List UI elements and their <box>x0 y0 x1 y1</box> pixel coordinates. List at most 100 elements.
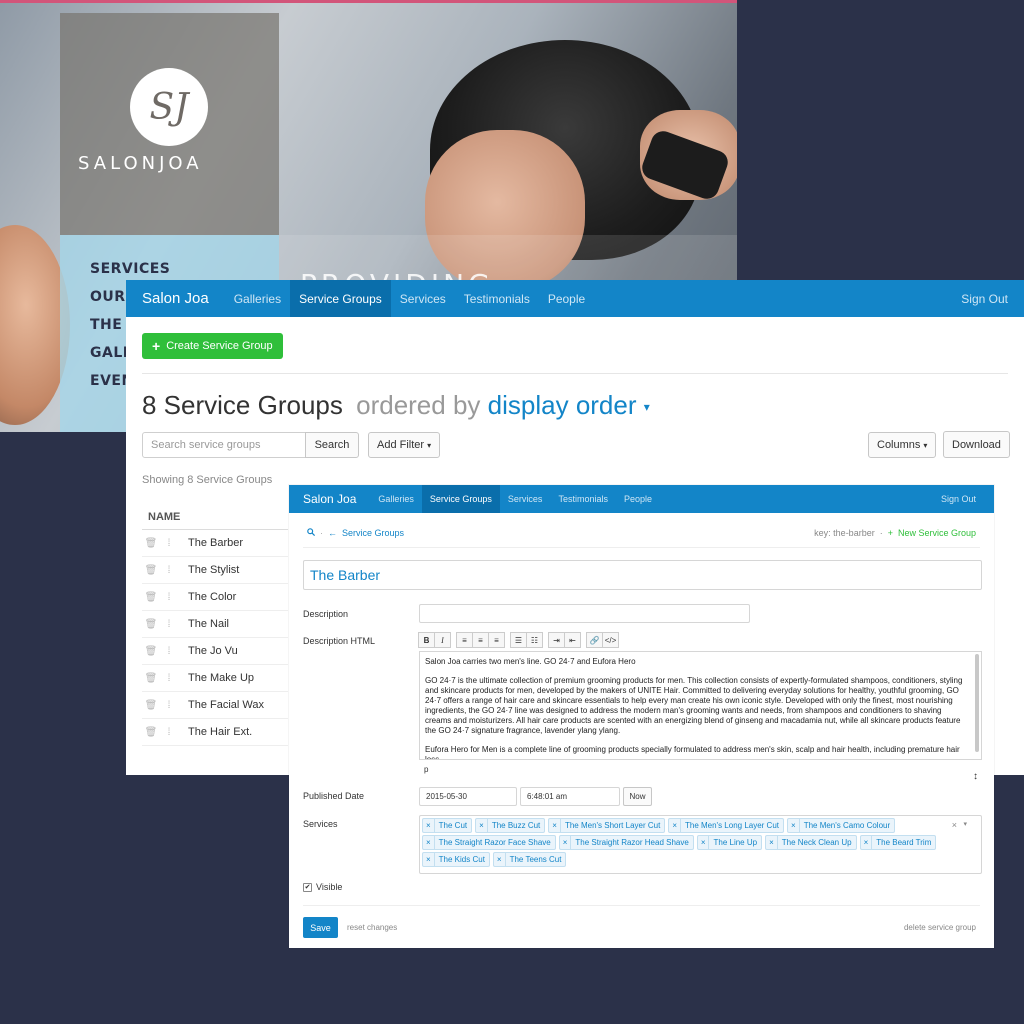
drag-handle-icon[interactable]: ⁞ <box>160 700 178 711</box>
resize-handle-icon[interactable]: ↕ <box>973 771 978 782</box>
chevron-down-icon[interactable]: ▾ <box>963 820 967 828</box>
trash-icon[interactable]: 🗑 <box>142 565 160 576</box>
drag-handle-icon[interactable]: ⁞ <box>160 592 178 603</box>
align-right-icon[interactable]: ≡ <box>488 632 505 648</box>
services-multiselect[interactable]: × The Cut × The Buzz Cut × The Men's Short … <box>419 815 982 874</box>
nav-people[interactable]: People <box>616 485 660 513</box>
reset-changes-link[interactable]: reset changes <box>347 923 397 932</box>
row-name-link[interactable]: The Nail <box>188 618 229 630</box>
download-button[interactable]: Download <box>943 431 1010 458</box>
site-logo-panel[interactable]: SJ SALONJOA <box>60 13 279 235</box>
brand-link[interactable]: Salon Joa <box>126 280 225 317</box>
now-button[interactable]: Now <box>623 787 652 806</box>
breadcrumb-service-groups[interactable]: Service Groups <box>342 528 404 538</box>
drag-handle-icon[interactable]: ⁞ <box>160 538 178 549</box>
drag-handle-icon[interactable]: ⁞ <box>160 619 178 630</box>
remove-tag-icon[interactable]: × <box>861 836 873 849</box>
editor-scrollbar[interactable] <box>975 654 979 752</box>
description-field[interactable] <box>419 604 750 623</box>
create-service-group-button[interactable]: + Create Service Group <box>142 333 283 359</box>
visible-checkbox[interactable]: ✔ <box>303 882 312 892</box>
remove-tag-icon[interactable]: × <box>494 853 506 866</box>
published-date-field[interactable]: 2015-05-30 <box>419 787 517 806</box>
link-icon[interactable]: 🔗 <box>586 632 603 648</box>
drag-handle-icon[interactable]: ⁞ <box>160 646 178 657</box>
trash-icon[interactable]: 🗑 <box>142 646 160 657</box>
remove-tag-icon[interactable]: × <box>423 853 435 866</box>
remove-tag-icon[interactable]: × <box>423 819 435 832</box>
nav-galleries[interactable]: Galleries <box>370 485 422 513</box>
remove-tag-icon[interactable]: × <box>476 819 488 832</box>
clear-all-icon[interactable]: × <box>952 820 957 830</box>
remove-tag-icon[interactable]: × <box>669 819 681 832</box>
row-name-link[interactable]: The Barber <box>188 537 243 549</box>
trash-icon[interactable]: 🗑 <box>142 673 160 684</box>
remove-tag-icon[interactable]: × <box>698 836 710 849</box>
remove-tag-icon[interactable]: × <box>560 836 572 849</box>
table-row[interactable]: 🗑 ⁞ The Jo Vu <box>142 638 288 665</box>
drag-handle-icon[interactable]: ⁞ <box>160 673 178 684</box>
table-row[interactable]: 🗑 ⁞ The Nail <box>142 611 288 638</box>
sign-out-link[interactable]: Sign Out <box>923 485 994 513</box>
align-left-icon[interactable]: ≡ <box>456 632 473 648</box>
bullet-list-icon[interactable]: ☰ <box>510 632 527 648</box>
sign-out-link[interactable]: Sign Out <box>945 280 1024 317</box>
remove-tag-icon[interactable]: × <box>788 819 800 832</box>
row-name-link[interactable]: The Facial Wax <box>188 699 264 711</box>
column-header-name[interactable]: NAME <box>142 504 288 530</box>
search-input[interactable]: Search service groups <box>142 432 306 458</box>
italic-icon[interactable]: I <box>434 632 451 648</box>
trash-icon[interactable]: 🗑 <box>142 700 160 711</box>
name-field[interactable]: The Barber <box>303 560 982 590</box>
row-name-link[interactable]: The Stylist <box>188 564 239 576</box>
table-row[interactable]: 🗑 ⁞ The Facial Wax <box>142 692 288 719</box>
nav-testimonials[interactable]: Testimonials <box>455 280 539 317</box>
trash-icon[interactable]: 🗑 <box>142 592 160 603</box>
description-html-editor[interactable]: Salon Joa carries two men's line. GO 24·… <box>419 651 982 760</box>
nav-galleries[interactable]: Galleries <box>225 280 290 317</box>
new-service-group-link[interactable]: New Service Group <box>898 528 976 538</box>
remove-tag-icon[interactable]: × <box>549 819 561 832</box>
remove-tag-icon[interactable]: × <box>766 836 778 849</box>
nav-services[interactable]: Services <box>500 485 551 513</box>
row-name-link[interactable]: The Hair Ext. <box>188 726 252 738</box>
trash-icon[interactable]: 🗑 <box>142 727 160 738</box>
drag-handle-icon[interactable]: ⁞ <box>160 565 178 576</box>
nav-service-groups[interactable]: Service Groups <box>290 280 391 317</box>
delete-service-group-link[interactable]: delete service group <box>904 923 976 932</box>
table-row[interactable]: 🗑 ⁞ The Stylist <box>142 557 288 584</box>
indent-icon[interactable]: ⇥ <box>548 632 565 648</box>
columns-button[interactable]: Columns ▾ <box>868 432 937 458</box>
outdent-icon[interactable]: ⇤ <box>564 632 581 648</box>
trash-icon[interactable]: 🗑 <box>142 538 160 549</box>
add-filter-button[interactable]: Add Filter ▾ <box>368 432 441 458</box>
save-button[interactable]: Save <box>303 917 338 938</box>
drag-handle-icon[interactable]: ⁞ <box>160 727 178 738</box>
bold-icon[interactable]: B <box>418 632 435 648</box>
plus-icon[interactable]: + <box>888 528 893 538</box>
numbered-list-icon[interactable]: ☷ <box>526 632 543 648</box>
row-name-link[interactable]: The Color <box>188 591 236 603</box>
search-button[interactable]: Search <box>305 432 359 458</box>
search-icon[interactable] <box>307 528 316 538</box>
align-center-icon[interactable]: ≡ <box>472 632 489 648</box>
nav-people[interactable]: People <box>539 280 594 317</box>
published-time-field[interactable]: 6:48:01 am <box>520 787 620 806</box>
nav-services[interactable]: Services <box>391 280 455 317</box>
code-icon[interactable]: </> <box>602 632 619 648</box>
back-arrow-icon[interactable]: ← <box>328 528 337 538</box>
visible-checkbox-row[interactable]: ✔ Visible <box>303 882 342 892</box>
table-row[interactable]: 🗑 ⁞ The Color <box>142 584 288 611</box>
sort-order-dropdown[interactable]: display order <box>488 390 637 420</box>
table-row[interactable]: 🗑 ⁞ The Barber <box>142 530 288 557</box>
table-row[interactable]: 🗑 ⁞ The Hair Ext. <box>142 719 288 746</box>
nav-service-groups[interactable]: Service Groups <box>421 485 500 513</box>
row-name-link[interactable]: The Make Up <box>188 672 254 684</box>
site-nav-services[interactable]: SERVICES <box>90 261 170 277</box>
row-name-link[interactable]: The Jo Vu <box>188 645 238 657</box>
brand-link[interactable]: Salon Joa <box>289 485 370 513</box>
trash-icon[interactable]: 🗑 <box>142 619 160 630</box>
chevron-down-icon[interactable]: ▾ <box>644 400 650 414</box>
remove-tag-icon[interactable]: × <box>423 836 435 849</box>
nav-testimonials[interactable]: Testimonials <box>550 485 616 513</box>
